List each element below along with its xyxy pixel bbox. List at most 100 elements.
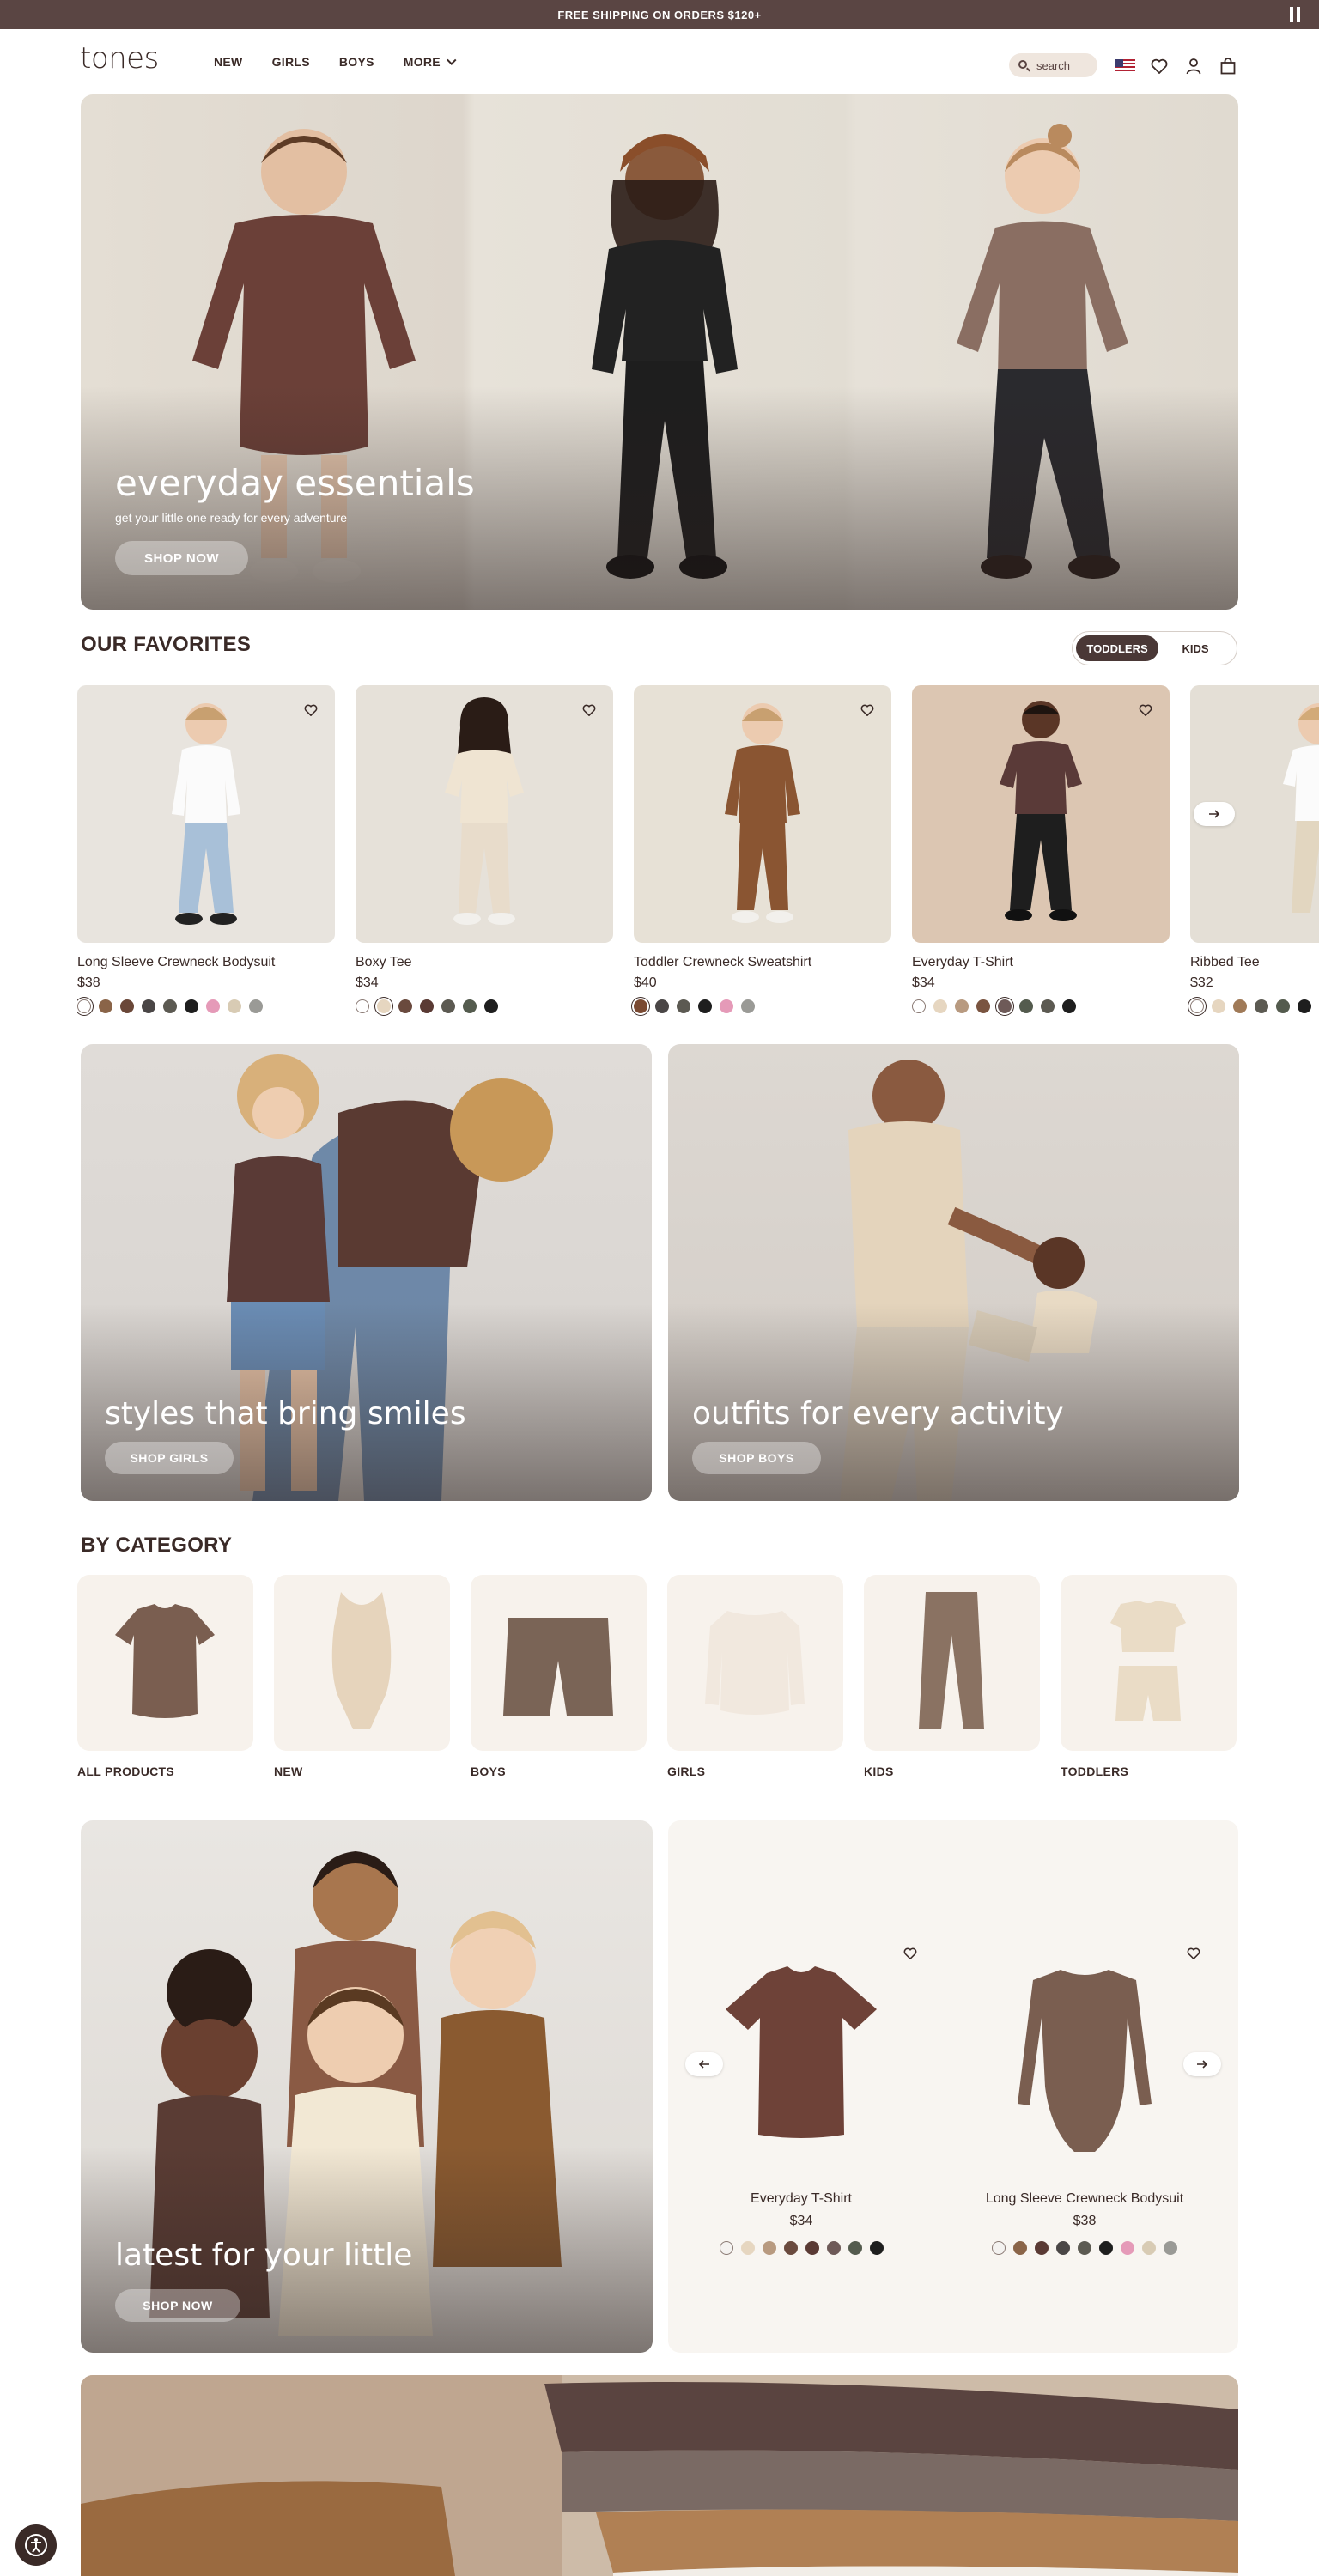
hero-banner[interactable]: everyday essentials get your little one …: [81, 94, 1238, 610]
product-name[interactable]: Ribbed Tee: [1190, 955, 1319, 970]
girls-tile[interactable]: styles that bring smiles SHOP GIRLS: [81, 1044, 652, 1501]
color-swatch[interactable]: [142, 999, 155, 1013]
product-image-everyday-tshirt[interactable]: [715, 1958, 887, 2147]
color-swatch[interactable]: [484, 999, 498, 1013]
color-swatch[interactable]: [783, 2241, 798, 2255]
color-swatch[interactable]: [1212, 999, 1225, 1013]
product-name[interactable]: Long Sleeve Crewneck Bodysuit: [77, 955, 335, 970]
color-swatch[interactable]: [762, 2241, 776, 2255]
hero-shop-now-button[interactable]: SHOP NOW: [115, 541, 248, 575]
color-swatch[interactable]: [206, 999, 220, 1013]
category-label[interactable]: BOYS: [471, 1765, 647, 1778]
category-all-products[interactable]: ALL PRODUCTS: [77, 1575, 253, 1778]
product-image[interactable]: [356, 685, 613, 943]
color-swatch[interactable]: [698, 999, 712, 1013]
product-card[interactable]: Toddler Crewneck Sweatshirt $40: [634, 685, 891, 1013]
product-image-long-sleeve-bodysuit[interactable]: [999, 1958, 1170, 2164]
product-name[interactable]: Toddler Crewneck Sweatshirt: [634, 955, 891, 970]
color-swatch[interactable]: [992, 2241, 1006, 2255]
wishlist-heart-icon[interactable]: [860, 704, 874, 720]
category-image[interactable]: [471, 1575, 647, 1751]
toggle-kids[interactable]: KIDS: [1158, 635, 1232, 661]
color-swatch[interactable]: [1019, 999, 1033, 1013]
carousel-prev-button[interactable]: [685, 2052, 723, 2076]
color-swatch[interactable]: [1035, 2241, 1049, 2255]
color-swatch[interactable]: [420, 999, 434, 1013]
wishlist-heart-icon[interactable]: [903, 1947, 917, 1964]
wishlist-icon[interactable]: [1149, 56, 1170, 76]
nav-more[interactable]: MORE: [404, 55, 457, 69]
color-swatch[interactable]: [377, 999, 391, 1013]
nav-boys[interactable]: BOYS: [339, 55, 374, 69]
product-image[interactable]: [634, 685, 891, 943]
category-image[interactable]: [274, 1575, 450, 1751]
color-swatch[interactable]: [848, 2241, 862, 2255]
product-card[interactable]: Long Sleeve Crewneck Bodysuit $38: [956, 2191, 1213, 2255]
color-swatch[interactable]: [1298, 999, 1311, 1013]
color-swatch[interactable]: [912, 999, 926, 1013]
logo[interactable]: tones: [80, 41, 159, 76]
toggle-toddlers[interactable]: TODDLERS: [1076, 635, 1158, 661]
color-swatch[interactable]: [998, 999, 1012, 1013]
color-swatch[interactable]: [99, 999, 112, 1013]
category-image[interactable]: [864, 1575, 1040, 1751]
boys-tile[interactable]: outfits for every activity SHOP BOYS: [668, 1044, 1239, 1501]
category-label[interactable]: KIDS: [864, 1765, 1040, 1778]
product-name[interactable]: Long Sleeve Crewneck Bodysuit: [956, 2191, 1213, 2207]
accessibility-button[interactable]: [15, 2524, 57, 2566]
wishlist-heart-icon[interactable]: [304, 704, 318, 720]
color-swatch[interactable]: [740, 2241, 755, 2255]
wishlist-heart-icon[interactable]: [582, 704, 596, 720]
category-image[interactable]: [77, 1575, 253, 1751]
product-card[interactable]: Boxy Tee $34: [356, 685, 613, 1013]
color-swatch[interactable]: [1142, 2241, 1156, 2255]
color-swatch[interactable]: [741, 999, 755, 1013]
color-swatch[interactable]: [1099, 2241, 1113, 2255]
product-card[interactable]: Everyday T-Shirt $34: [912, 685, 1170, 1013]
search-button[interactable]: search: [1009, 53, 1097, 77]
color-swatch[interactable]: [933, 999, 947, 1013]
category-kids[interactable]: KIDS: [864, 1575, 1040, 1778]
category-image[interactable]: [667, 1575, 843, 1751]
color-swatch[interactable]: [249, 999, 263, 1013]
us-flag-icon[interactable]: [1115, 59, 1135, 73]
latest-tile[interactable]: latest for your little SHOP NOW: [81, 1820, 653, 2353]
account-icon[interactable]: [1183, 56, 1204, 76]
color-swatch[interactable]: [677, 999, 690, 1013]
category-girls[interactable]: GIRLS: [667, 1575, 843, 1778]
product-card[interactable]: Long Sleeve Crewneck Bodysuit $38: [77, 685, 335, 1013]
color-swatch[interactable]: [120, 999, 134, 1013]
age-toggle[interactable]: TODDLERS KIDS: [1072, 631, 1237, 665]
color-swatch[interactable]: [1013, 2241, 1027, 2255]
product-name[interactable]: Everyday T-Shirt: [912, 955, 1170, 970]
color-swatch[interactable]: [398, 999, 412, 1013]
category-toddlers[interactable]: TODDLERS: [1061, 1575, 1237, 1778]
category-new[interactable]: NEW: [274, 1575, 450, 1778]
color-swatch[interactable]: [77, 999, 91, 1013]
carousel-next-button[interactable]: [1194, 802, 1235, 826]
color-swatch[interactable]: [1041, 999, 1055, 1013]
color-swatch[interactable]: [1121, 2241, 1134, 2255]
product-card[interactable]: Everyday T-Shirt $34: [672, 2191, 930, 2255]
nav-new[interactable]: NEW: [214, 55, 243, 69]
color-swatch[interactable]: [805, 2241, 819, 2255]
wishlist-heart-icon[interactable]: [1187, 1947, 1200, 1964]
latest-shop-now-button[interactable]: SHOP NOW: [115, 2289, 240, 2322]
category-image[interactable]: [1061, 1575, 1237, 1751]
carousel-next-button[interactable]: [1183, 2052, 1221, 2076]
cart-icon[interactable]: [1218, 56, 1238, 76]
product-name[interactable]: Boxy Tee: [356, 955, 613, 970]
color-swatch[interactable]: [1062, 999, 1076, 1013]
color-swatch[interactable]: [655, 999, 669, 1013]
category-label[interactable]: ALL PRODUCTS: [77, 1765, 253, 1778]
pause-icon[interactable]: [1290, 7, 1304, 22]
color-swatch[interactable]: [441, 999, 455, 1013]
color-swatch[interactable]: [869, 2241, 884, 2255]
product-name[interactable]: Everyday T-Shirt: [672, 2191, 930, 2207]
color-swatch[interactable]: [826, 2241, 841, 2255]
color-swatch[interactable]: [634, 999, 647, 1013]
color-swatch[interactable]: [719, 2241, 733, 2255]
color-swatch[interactable]: [1233, 999, 1247, 1013]
color-swatch[interactable]: [720, 999, 733, 1013]
nav-girls[interactable]: GIRLS: [272, 55, 310, 69]
